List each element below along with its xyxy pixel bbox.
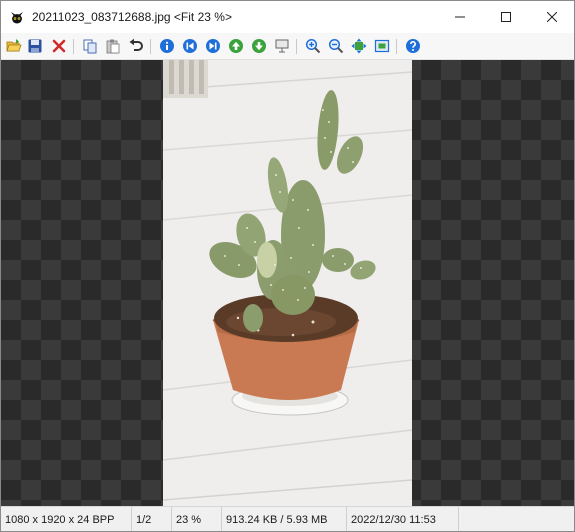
- status-datetime: 2022/12/30 11:53: [347, 507, 459, 531]
- status-dimensions: 1080 x 1920 x 24 BPP: [1, 507, 132, 531]
- paste-icon: [106, 39, 120, 54]
- status-file-index: 1/2: [132, 507, 172, 531]
- move-down-icon: [252, 39, 266, 53]
- zoom-in-icon: [305, 38, 321, 54]
- help-button[interactable]: [404, 37, 422, 55]
- status-filesize: 913.24 KB / 5.93 MB: [222, 507, 347, 531]
- fullscreen-button[interactable]: [373, 37, 391, 55]
- save-button[interactable]: [26, 37, 44, 55]
- undo-button[interactable]: [127, 37, 145, 55]
- fit-window-button[interactable]: [350, 37, 368, 55]
- fullscreen-icon: [374, 39, 390, 53]
- move-down-button[interactable]: [250, 37, 268, 55]
- save-icon: [28, 39, 42, 53]
- next-file-icon: [206, 39, 220, 53]
- fit-window-icon: [351, 38, 367, 54]
- cactus-photo: [163, 60, 412, 506]
- move-up-icon: [229, 39, 243, 53]
- undo-icon: [129, 38, 143, 51]
- image-viewer-window: 20211023_083712688.jpg <Fit 23 %> 1080 x…: [0, 0, 575, 532]
- delete-button[interactable]: [50, 37, 68, 55]
- image-canvas[interactable]: [1, 60, 574, 506]
- paste-button[interactable]: [104, 37, 122, 55]
- previous-file-button[interactable]: [181, 37, 199, 55]
- maximize-icon: [501, 12, 511, 22]
- window-title: 20211023_083712688.jpg <Fit 23 %>: [32, 10, 232, 24]
- zoom-out-button[interactable]: [327, 37, 345, 55]
- copy-icon: [83, 39, 97, 54]
- help-icon: [406, 39, 420, 53]
- toolbar-separator: [73, 39, 74, 54]
- move-up-button[interactable]: [227, 37, 245, 55]
- status-bar: 1080 x 1920 x 24 BPP 1/2 23 % 913.24 KB …: [1, 506, 574, 531]
- toolbar-separator: [396, 39, 397, 54]
- toolbar-separator: [150, 39, 151, 54]
- close-icon: [547, 12, 557, 22]
- delete-icon: [52, 39, 66, 53]
- minimize-icon: [455, 16, 465, 18]
- copy-button[interactable]: [81, 37, 99, 55]
- previous-file-icon: [183, 39, 197, 53]
- minimize-button[interactable]: [437, 1, 483, 33]
- info-button[interactable]: [158, 37, 176, 55]
- title-bar[interactable]: 20211023_083712688.jpg <Fit 23 %>: [1, 1, 574, 33]
- irfanview-cat-icon: [11, 12, 23, 24]
- info-icon: [160, 39, 174, 53]
- status-zoom: 23 %: [172, 507, 222, 531]
- zoom-in-button[interactable]: [304, 37, 322, 55]
- toolbar: [1, 33, 574, 60]
- close-button[interactable]: [529, 1, 574, 33]
- slideshow-button[interactable]: [273, 37, 291, 55]
- zoom-out-icon: [328, 38, 344, 54]
- cactus-photo-drawing: [163, 60, 412, 506]
- maximize-button[interactable]: [483, 1, 529, 33]
- toolbar-separator: [296, 39, 297, 54]
- open-button[interactable]: [5, 37, 23, 55]
- status-empty-field: [459, 507, 574, 531]
- open-folder-icon: [6, 39, 22, 52]
- next-file-button[interactable]: [204, 37, 222, 55]
- slideshow-icon: [275, 39, 289, 53]
